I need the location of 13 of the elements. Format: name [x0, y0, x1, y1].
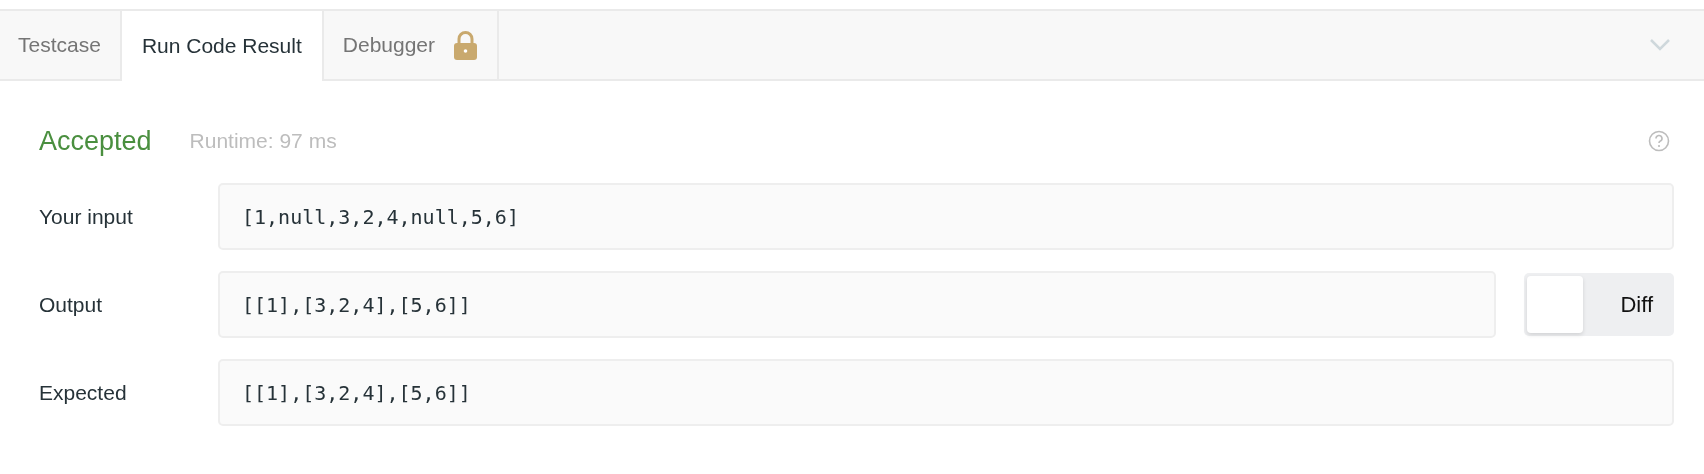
field-label: Your input [39, 203, 134, 230]
field-label: Output [39, 291, 104, 318]
value-box: [1,null,3,2,4,null,5,6] [218, 183, 1674, 250]
chevron-down-icon[interactable] [1649, 38, 1671, 52]
help-icon[interactable] [1648, 130, 1670, 152]
tab[interactable]: Debugger [323, 11, 500, 79]
diff-toggle[interactable]: Diff [1524, 273, 1674, 336]
tab[interactable]: Run Code Result [121, 11, 324, 81]
value-box: [[1],[3,2,4],[5,6]] [218, 271, 1496, 338]
runtime-text: Runtime: 97 ms [189, 128, 337, 155]
status-text: Accepted [39, 124, 152, 158]
value-box: [[1],[3,2,4],[5,6]] [218, 359, 1674, 426]
field-label: Expected [39, 379, 128, 406]
